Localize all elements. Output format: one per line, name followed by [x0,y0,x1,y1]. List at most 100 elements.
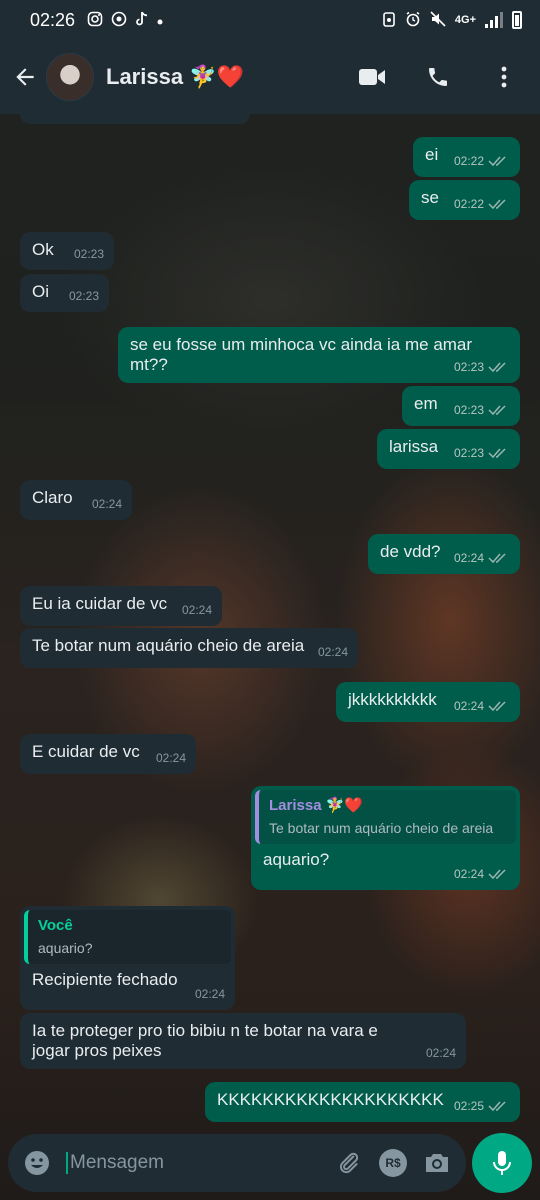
message-bubble-outgoing[interactable]: KKKKKKKKKKKKKKKKKKKK 02:25 [205,1082,520,1122]
message-text: ei [425,145,439,164]
quoted-text: Te botar num aquário cheio de areia [269,820,494,836]
message-text: em [414,394,438,413]
attach-icon[interactable] [334,1148,364,1178]
message-time: 02:23 [73,247,104,261]
message-bubble-outgoing[interactable]: se eu fosse um minhoca vc ainda ia me am… [118,327,520,383]
read-ticks-icon [488,362,506,373]
message-time: 02:24 [194,987,225,1001]
message-time: 02:23 [453,446,484,460]
message-text: Claro [32,488,73,507]
message-bubble-outgoing[interactable]: de vdd? 02:24 [368,534,520,574]
microphone-button[interactable] [472,1133,532,1193]
read-ticks-icon [488,448,506,459]
message-time: 02:24 [91,497,122,511]
message-bubble-outgoing-reply[interactable]: Larissa 🧚‍♀️❤️ Te botar num aquário chei… [251,786,520,890]
message-text: E cuidar de vc [32,742,140,761]
message-time: 02:23 [68,289,99,303]
network-type: 4G+ [454,14,476,26]
message-meta: 02:22 [454,194,510,214]
message-time: 02:24 [181,603,212,617]
quoted-message[interactable]: Larissa 🧚‍♀️❤️ Te botar num aquário chei… [255,790,516,844]
status-time: 02:26 [30,9,76,30]
message-text: larissa [389,437,439,456]
message-meta: 02:24 [454,548,510,568]
message-bubble-outgoing[interactable]: se 02:22 [409,180,520,220]
message-bubble-incoming[interactable]: Oi 02:23 [20,274,109,312]
status-indicators: 4G+ [382,10,522,30]
voice-call-icon[interactable] [424,63,452,91]
payment-icon[interactable]: R$ [378,1148,408,1178]
message-meta: 02:24 [92,494,122,514]
contact-name[interactable]: Larissa 🧚‍♀️❤️ [106,64,244,90]
message-text: se [421,188,439,207]
message-list[interactable]: ei 02:22 se 02:22 Ok 02:23 Oi 02:23 se e… [0,114,540,1130]
message-time: 02:22 [453,197,484,211]
message-time: 02:24 [453,551,484,565]
message-time: 02:24 [317,645,348,659]
instagram-icon [87,11,103,30]
battery-icon [512,11,522,29]
mute-icon [430,10,446,30]
message-bubble-incoming[interactable]: Claro 02:24 [20,480,132,520]
read-ticks-icon [488,1101,506,1112]
message-time: 02:24 [453,867,484,881]
emoji-icon[interactable] [22,1148,52,1178]
read-ticks-icon [488,156,506,167]
message-meta: 02:23 [454,443,510,463]
more-options-icon[interactable] [490,63,518,91]
message-text: KKKKKKKKKKKKKKKKKKKK [217,1090,444,1109]
message-text: de vdd? [380,542,441,561]
message-text: Ia te proteger pro tio bibiu n te botar … [32,1021,378,1060]
message-text: jkkkkkkkkkk [348,690,437,709]
message-meta: 02:24 [454,696,510,716]
message-bubble-cutoff[interactable] [20,114,250,124]
back-arrow-icon[interactable] [12,63,40,91]
quoted-text: aquario? [38,940,93,956]
message-meta: 02:22 [454,151,510,171]
read-ticks-icon [488,701,506,712]
message-time: 02:23 [453,360,484,374]
message-bubble-outgoing[interactable]: jkkkkkkkkkk 02:24 [336,682,520,722]
quoted-author: Você [38,917,73,934]
header-actions [358,63,528,91]
signal-icon [485,12,503,28]
message-meta: 02:23 [454,357,510,377]
avatar[interactable] [46,53,94,101]
message-bubble-incoming-reply[interactable]: Você aquario? Recipiente fechado 02:24 [20,906,235,1010]
alarm-icon [405,11,421,30]
message-time: 02:23 [453,403,484,417]
data-saver-icon [382,11,396,30]
message-text: Ok [32,240,54,259]
quoted-author: Larissa 🧚‍♀️❤️ [269,797,364,814]
message-input[interactable]: Mensagem [66,1152,320,1174]
message-meta: 02:24 [426,1043,456,1063]
read-ticks-icon [488,553,506,564]
message-bubble-incoming[interactable]: E cuidar de vc 02:24 [20,734,196,774]
video-call-icon[interactable] [358,63,386,91]
message-composer: Mensagem R$ [8,1134,466,1192]
message-bubble-outgoing[interactable]: em 02:23 [402,386,520,426]
message-time: 02:25 [453,1099,484,1113]
message-bubble-incoming[interactable]: Eu ia cuidar de vc 02:24 [20,586,222,626]
read-ticks-icon [488,869,506,880]
message-meta: 02:24 [318,642,348,662]
message-bubble-outgoing[interactable]: larissa 02:23 [377,429,520,469]
message-text: Te botar num aquário cheio de areia [32,636,305,655]
message-meta: 02:25 [454,1096,510,1116]
quoted-message[interactable]: Você aquario? [24,910,231,964]
microphone-icon [493,1151,511,1175]
message-text: Eu ia cuidar de vc [32,594,168,613]
message-bubble-outgoing[interactable]: ei 02:22 [413,137,520,177]
camera-icon[interactable] [422,1148,452,1178]
message-time: 02:24 [155,751,186,765]
message-bubble-incoming[interactable]: Ia te proteger pro tio bibiu n te botar … [20,1013,466,1069]
message-meta: 02:23 [454,400,510,420]
read-ticks-icon [488,199,506,210]
message-bubble-incoming[interactable]: Ok 02:23 [20,232,114,270]
message-meta: 02:24 [156,748,186,768]
message-text: se eu fosse um minhoca vc ainda ia me am… [130,335,473,374]
chat-header: Larissa 🧚‍♀️❤️ [0,40,540,114]
dot-indicator-icon [157,12,163,28]
message-meta: 02:23 [74,244,104,264]
message-bubble-incoming[interactable]: Te botar num aquário cheio de areia 02:2… [20,628,358,668]
